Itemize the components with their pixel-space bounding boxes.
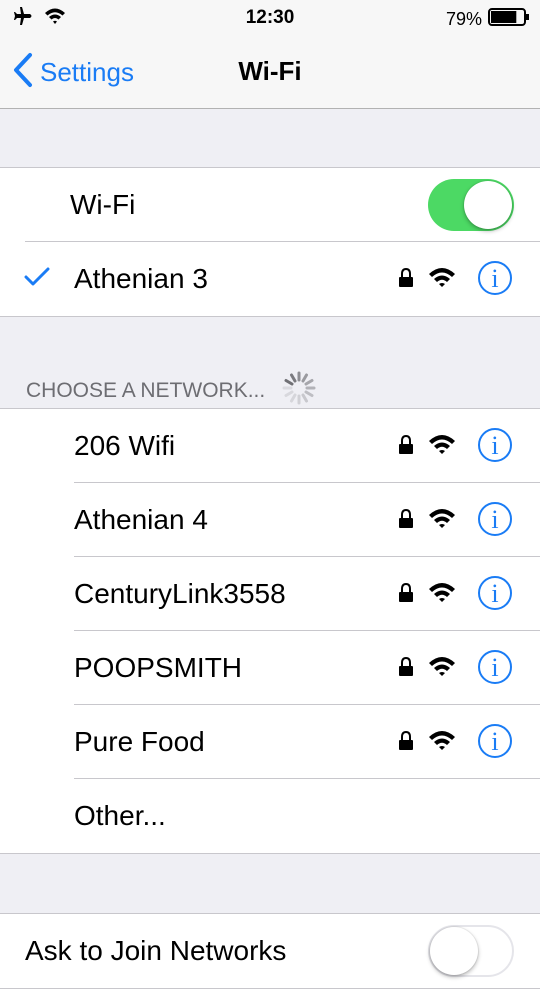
- status-bar: 12:30 79%: [0, 0, 540, 36]
- checkmark-icon: [24, 266, 50, 293]
- section-header-label: CHOOSE A NETWORK...: [26, 379, 266, 402]
- network-row[interactable]: CenturyLink3558 i: [0, 557, 540, 631]
- ask-to-join-toggle[interactable]: [428, 925, 514, 977]
- wifi-toggle-label: Wi-Fi: [70, 189, 136, 220]
- network-row[interactable]: Athenian 4 i: [0, 483, 540, 557]
- wifi-signal-icon: [428, 433, 456, 460]
- ask-to-join-label: Ask to Join Networks: [25, 935, 287, 966]
- ask-to-join-row: Ask to Join Networks: [0, 914, 540, 988]
- battery-icon: [488, 7, 530, 32]
- ask-to-join-group: Ask to Join Networks: [0, 913, 540, 989]
- info-button[interactable]: i: [478, 428, 512, 462]
- status-right: 79%: [446, 7, 530, 32]
- spinner-icon: [281, 370, 317, 412]
- wifi-toggle[interactable]: [428, 179, 514, 231]
- wifi-signal-icon: [428, 507, 456, 534]
- network-name: 206 Wifi: [74, 430, 176, 461]
- info-button[interactable]: i: [478, 261, 512, 295]
- wifi-signal-icon: [428, 729, 456, 756]
- wifi-group: Wi-Fi Athenian 3 i: [0, 167, 540, 317]
- toggle-knob: [464, 181, 512, 229]
- network-row[interactable]: Pure Food i: [0, 705, 540, 779]
- lock-icon: [398, 730, 414, 756]
- network-name: Pure Food: [74, 726, 205, 757]
- page-title: Wi-Fi: [238, 56, 302, 86]
- wifi-signal-icon: [428, 655, 456, 682]
- lock-icon: [398, 582, 414, 608]
- lock-icon: [398, 434, 414, 460]
- battery-percent: 79%: [445, 9, 482, 29]
- toggle-knob: [430, 927, 478, 975]
- section-header: CHOOSE A NETWORK...: [26, 370, 317, 412]
- network-name: Athenian 4: [74, 504, 208, 535]
- lock-icon: [398, 508, 414, 534]
- info-button[interactable]: i: [478, 724, 512, 758]
- connected-network-row[interactable]: Athenian 3 i: [0, 242, 540, 316]
- other-network-label: Other...: [74, 800, 166, 831]
- network-name: CenturyLink3558: [74, 578, 286, 609]
- network-list: 206 Wifi i Athenian 4 i CenturyLink3558 …: [0, 409, 540, 779]
- nav-bar: Settings Wi-Fi: [0, 36, 540, 109]
- info-button[interactable]: i: [478, 576, 512, 610]
- lock-icon: [398, 656, 414, 682]
- info-button[interactable]: i: [478, 502, 512, 536]
- network-name: POOPSMITH: [74, 652, 243, 683]
- wifi-toggle-row: Wi-Fi: [0, 168, 540, 242]
- other-network-row[interactable]: Other...: [0, 779, 540, 853]
- connected-network-name: Athenian 3: [74, 263, 208, 294]
- info-button[interactable]: i: [478, 650, 512, 684]
- network-row[interactable]: POOPSMITH i: [0, 631, 540, 705]
- networks-group: 206 Wifi i Athenian 4 i CenturyLink3558 …: [0, 408, 540, 854]
- lock-icon: [398, 267, 414, 293]
- wifi-signal-icon: [428, 266, 456, 293]
- wifi-signal-icon: [428, 581, 456, 608]
- network-row[interactable]: 206 Wifi i: [0, 409, 540, 483]
